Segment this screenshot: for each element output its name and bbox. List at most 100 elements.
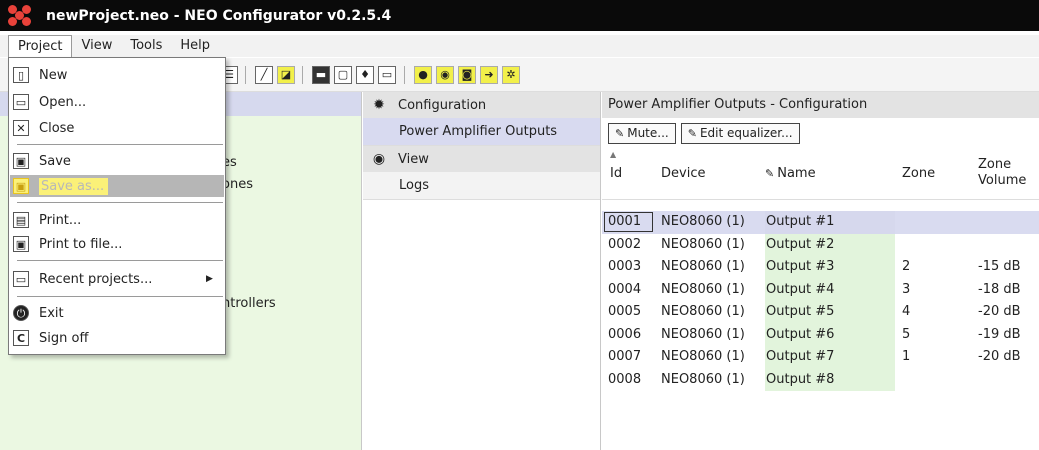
menu-item-save[interactable]: ▣ Save [10, 150, 224, 172]
cell-name[interactable]: Output #2 [765, 233, 895, 256]
column-device[interactable]: Device [661, 166, 705, 181]
menu-tools[interactable]: Tools [121, 35, 171, 57]
menu-separator [17, 202, 223, 203]
cell-device: NEO8060 (1) [661, 214, 745, 229]
table-row[interactable]: 0008 NEO8060 (1) Output #8 [602, 368, 1039, 391]
settings-icon[interactable]: ✲ [502, 66, 520, 84]
login-icon[interactable]: ➜ [480, 66, 498, 84]
menu-help[interactable]: Help [171, 35, 219, 57]
project-menu: ▯ New ▭ Open... ✕ Close ▣ Save ▣ Save as… [8, 57, 226, 355]
cell-device: NEO8060 (1) [661, 281, 745, 297]
menu-item-exit-label: Exit [39, 305, 64, 321]
cell-zone-volume: -15 dB [978, 259, 1021, 274]
column-name[interactable]: ✎ Name [765, 166, 816, 181]
column-zone[interactable]: Zone [902, 166, 935, 181]
toolbar-separator [404, 66, 405, 84]
table-header: ▲ Id Device ✎ Name Zone Zone Volume [602, 148, 1039, 200]
cell-name[interactable]: Output #5 [765, 301, 895, 324]
cell-zone: 4 [902, 304, 911, 319]
table-row[interactable]: 0006 NEO8060 (1) Output #6 5 -19 dB [602, 323, 1039, 346]
table-row[interactable]: 0001 NEO8060 (1) Output #1 [602, 211, 1039, 234]
cell-id: 0003 [608, 259, 642, 274]
content-header: Power Amplifier Outputs - Configuration [602, 92, 1039, 118]
menu-item-print[interactable]: ▤ Print... [10, 209, 224, 231]
folder-icon: ▭ [13, 94, 29, 110]
menu-item-close[interactable]: ✕ Close [10, 117, 224, 139]
tree-item-partial[interactable]: ntrollers [222, 296, 276, 311]
menu-item-save-as[interactable]: ▣ Save as... [10, 175, 224, 197]
cell-name[interactable]: Output #7 [765, 346, 895, 369]
edit-equalizer-button-label: Edit equalizer... [699, 126, 793, 140]
toolbar-separator [245, 66, 246, 84]
menu-item-sign-off[interactable]: C Sign off [10, 327, 224, 349]
cell-name[interactable]: Output #3 [765, 256, 895, 279]
column-zone-volume[interactable]: Zone Volume [978, 157, 1026, 189]
cell-zone: 5 [902, 326, 911, 342]
save-icon: ▣ [13, 153, 29, 169]
mute-button[interactable]: ✎ Mute... [608, 122, 676, 144]
gear-icon: ✹ [373, 97, 385, 113]
navigation-panel: ✹ Configuration Power Amplifier Outputs … [363, 92, 601, 450]
section-view-label: View [398, 151, 429, 167]
cabinet-icon[interactable]: ▢ [334, 66, 352, 84]
menu-item-save-as-label: Save as... [39, 177, 109, 195]
cell-device: NEO8060 (1) [661, 304, 745, 319]
table-row[interactable]: 0005 NEO8060 (1) Output #5 4 -20 dB [602, 301, 1039, 324]
menu-item-close-label: Close [39, 120, 75, 136]
section-view[interactable]: ◉ View [363, 146, 600, 172]
menu-item-new[interactable]: ▯ New [10, 64, 224, 86]
edit-icon[interactable]: ◪ [277, 66, 295, 84]
cell-name[interactable]: Output #8 [765, 368, 895, 391]
amplifier-icon[interactable]: ▭ [378, 66, 396, 84]
cell-device: NEO8060 (1) [661, 259, 745, 274]
column-id[interactable]: Id [610, 166, 622, 181]
monitor-icon[interactable]: ▬ [312, 66, 330, 84]
cell-zone-volume: -18 dB [978, 281, 1021, 297]
menu-item-exit[interactable]: ⏻ Exit [10, 302, 224, 324]
sort-up-icon[interactable]: ▲ [610, 150, 616, 159]
pencil-icon: ✎ [615, 126, 625, 140]
tree-item-partial[interactable]: ones [222, 177, 253, 192]
cell-id: 0008 [608, 371, 642, 387]
section-configuration-label: Configuration [398, 97, 487, 113]
menu-item-sign-off-label: Sign off [39, 330, 89, 346]
menu-item-recent-projects-label: Recent projects... [39, 271, 153, 287]
menu-item-print-to-file[interactable]: ▣ Print to file... [10, 233, 224, 255]
nav-item-power-amplifier-outputs[interactable]: Power Amplifier Outputs [363, 118, 600, 146]
table-row[interactable]: 0004 NEO8060 (1) Output #4 3 -18 dB [602, 278, 1039, 301]
edit-equalizer-button[interactable]: ✎ Edit equalizer... [680, 122, 800, 144]
cell-name[interactable]: Output #1 [765, 211, 895, 234]
cell-device: NEO8060 (1) [661, 326, 745, 342]
cell-id: 0005 [608, 304, 642, 319]
app-logo-icon [8, 4, 34, 27]
menu-item-open[interactable]: ▭ Open... [10, 91, 224, 113]
cell-id: 0001 [608, 214, 642, 229]
title-bar: newProject.neo - NEO Configurator v0.2.5… [0, 0, 1039, 31]
pencil-icon[interactable]: ╱ [255, 66, 273, 84]
action-bar: ✎ Mute... ✎ Edit equalizer... [602, 118, 1039, 148]
window-title: newProject.neo - NEO Configurator v0.2.5… [46, 7, 392, 24]
menu-separator [17, 296, 223, 297]
section-configuration[interactable]: ✹ Configuration [363, 92, 600, 118]
pencil-icon: ✎ [687, 126, 697, 140]
table-row[interactable]: 0003 NEO8060 (1) Output #3 2 -15 dB [602, 256, 1039, 279]
table-row[interactable]: 0007 NEO8060 (1) Output #7 1 -20 dB [602, 346, 1039, 369]
table-row[interactable]: 0002 NEO8060 (1) Output #2 [602, 233, 1039, 256]
cell-name[interactable]: Output #6 [765, 323, 895, 346]
menu-separator [17, 144, 223, 145]
cell-name[interactable]: Output #4 [765, 278, 895, 301]
mic-circle-icon[interactable]: ◉ [436, 66, 454, 84]
nav-item-logs[interactable]: Logs [363, 172, 600, 200]
column-name-label: Name [777, 166, 816, 181]
location-icon[interactable]: ● [414, 66, 432, 84]
cell-zone: 1 [902, 349, 911, 364]
table-body: 0001 NEO8060 (1) Output #1 0002 NEO8060 (1) O… [602, 211, 1039, 391]
cell-device: NEO8060 (1) [661, 349, 745, 364]
message-icon[interactable]: ◙ [458, 66, 476, 84]
microphone-icon[interactable]: ♦ [356, 66, 374, 84]
menu-item-save-label: Save [39, 153, 71, 169]
menu-project[interactable]: Project [8, 35, 73, 57]
menu-item-recent-projects[interactable]: ▭ Recent projects... ▶ [10, 268, 224, 290]
menu-item-open-label: Open... [39, 94, 87, 110]
menu-view[interactable]: View [72, 35, 121, 57]
